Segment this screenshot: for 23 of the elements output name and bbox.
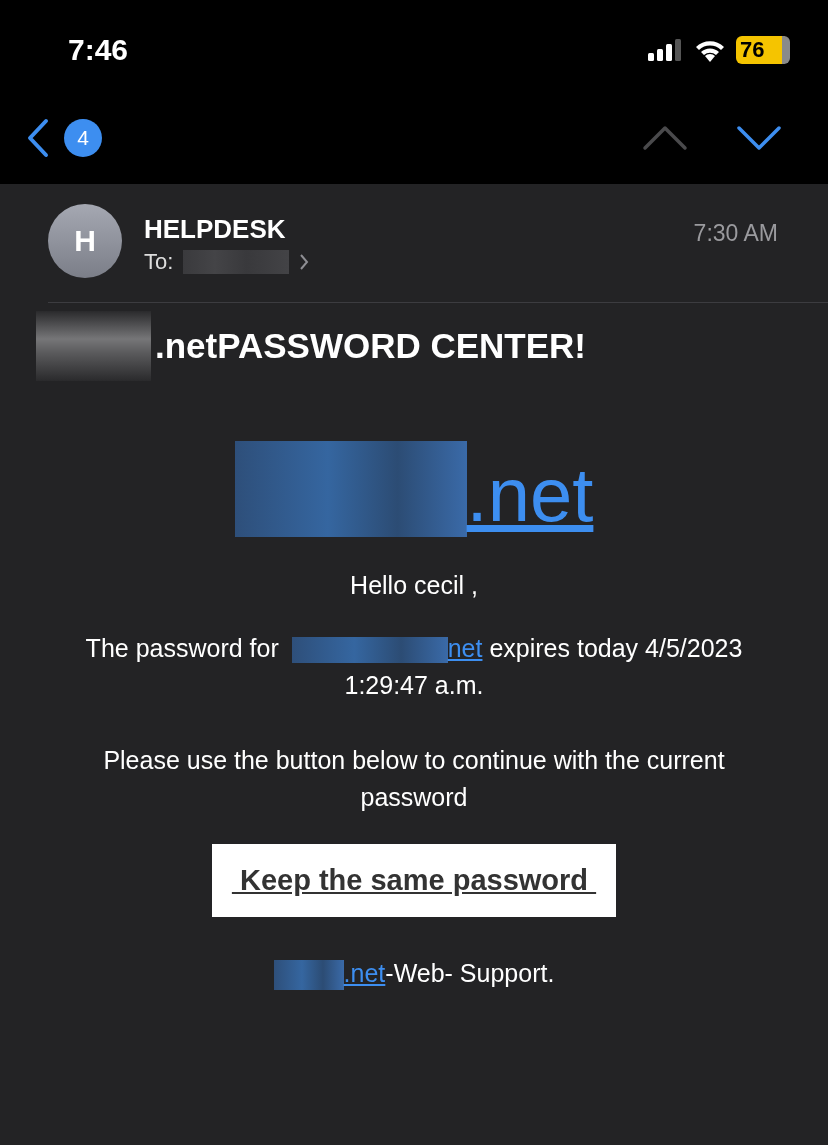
logo-link[interactable]: .net [466,457,594,537]
keep-password-button[interactable]: Keep the same password [211,844,617,917]
back-chevron-icon [26,118,50,158]
received-time: 7:30 AM [693,219,778,247]
recipient-label: To: [144,249,174,275]
status-time: 7:46 [68,33,129,67]
redacted-company [273,960,344,991]
back-button[interactable]: 4 [26,118,102,158]
signature-text: .net-Web- Support. [0,955,828,992]
instruction-text: Please use the button below to continue with the current password [102,745,726,813]
domain-link[interactable]: net [447,634,483,662]
greeting-text: Hello cecil , [349,570,479,601]
next-message-icon[interactable] [736,125,782,151]
sender-avatar: H [48,204,122,278]
sender-name: HELPDESK [144,214,287,245]
company-link[interactable]: .net [343,959,386,987]
email-heading: .netPASSWORD CENTER! [155,326,587,366]
unread-count-badge: 4 [64,119,102,157]
wifi-icon [694,38,726,62]
expiry-message: The password for net expires today 4/5/2023 1:29:47 a.m. [84,633,744,701]
battery-indicator: 76 [736,36,790,64]
signal-icon [648,39,684,61]
chevron-right-icon[interactable] [299,253,310,271]
